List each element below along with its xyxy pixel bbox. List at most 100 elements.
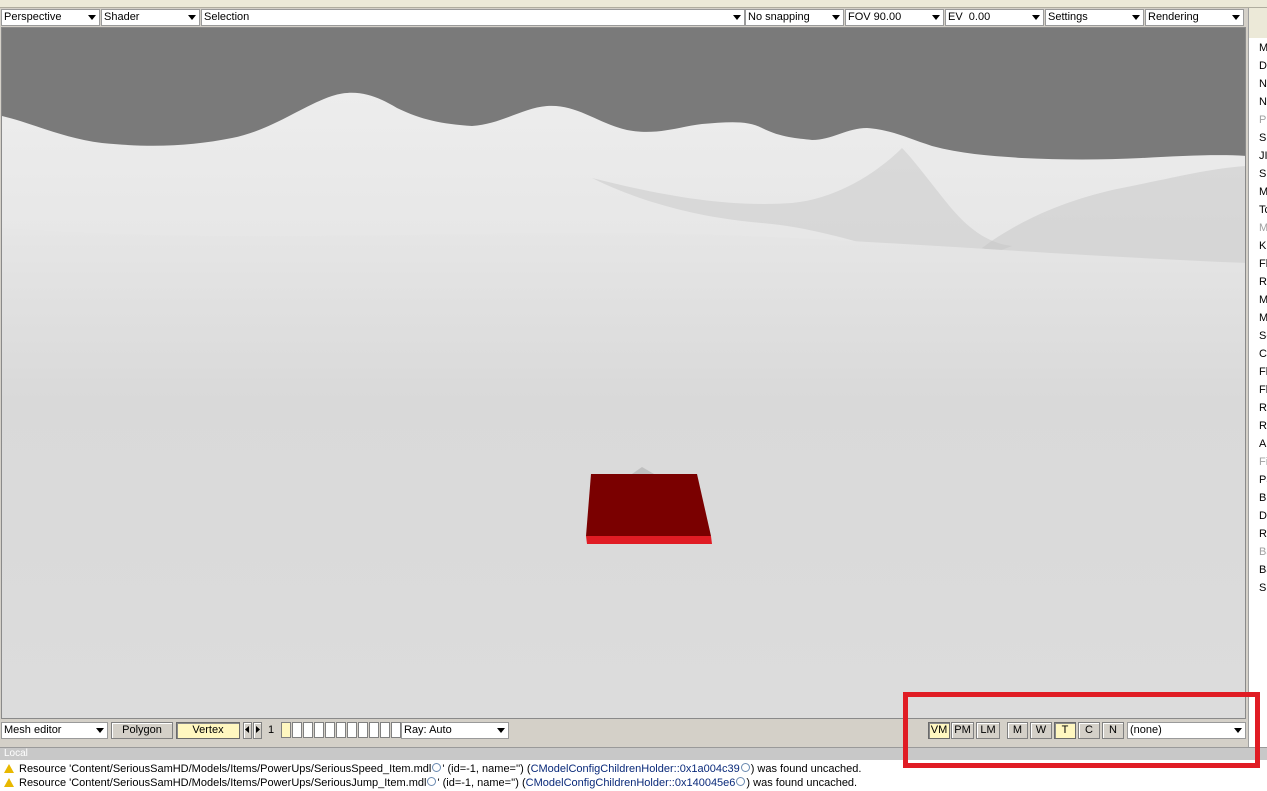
property-item[interactable]: M	[1259, 222, 1267, 234]
property-item[interactable]: N	[1259, 96, 1267, 108]
slot-box[interactable]	[358, 722, 368, 738]
prev-arrow-button[interactable]	[243, 722, 252, 739]
property-item[interactable]: Sr	[1259, 582, 1267, 594]
property-item[interactable]: Sp	[1259, 132, 1267, 144]
shader-label: Shader	[104, 11, 140, 23]
slot-box[interactable]	[380, 722, 390, 738]
ev-dropdown[interactable]: EV 0.00	[945, 9, 1044, 26]
polygon-label: Polygon	[122, 724, 162, 736]
property-item[interactable]: M	[1259, 42, 1267, 54]
property-item[interactable]: Re	[1259, 528, 1267, 540]
property-item[interactable]: Di	[1259, 60, 1267, 72]
arrow-right-icon	[256, 726, 260, 733]
slot-box[interactable]	[336, 722, 346, 738]
chevron-down-icon	[88, 15, 96, 20]
rendering-dropdown[interactable]: Rendering	[1145, 9, 1244, 26]
selection-dropdown[interactable]: Selection	[201, 9, 745, 26]
find-icon[interactable]	[432, 763, 442, 772]
chevron-down-icon	[932, 15, 940, 20]
object-top-face	[586, 474, 711, 536]
slot-box[interactable]	[391, 722, 401, 738]
property-item[interactable]: Sr	[1259, 168, 1267, 180]
find-icon[interactable]	[740, 763, 750, 772]
property-item[interactable]: M	[1259, 312, 1267, 324]
chevron-down-icon	[733, 15, 741, 20]
3d-viewport[interactable]	[1, 27, 1246, 719]
vertex-button[interactable]: Vertex	[176, 722, 240, 739]
snapping-label: No snapping	[748, 11, 810, 23]
selected-mesh-object[interactable]	[586, 467, 712, 544]
property-item[interactable]: M	[1259, 294, 1267, 306]
ray-label: Ray: Auto	[404, 724, 452, 736]
settings-dropdown[interactable]: Settings	[1045, 9, 1144, 26]
slot-box[interactable]	[369, 722, 379, 738]
log-holder-link[interactable]: CModelConfigChildrenHolder::0x140045e6	[526, 777, 736, 789]
slot-box[interactable]	[292, 722, 302, 738]
property-item[interactable]: Pa	[1259, 474, 1267, 486]
property-item[interactable]: Fl	[1259, 258, 1267, 270]
fov-dropdown[interactable]: FOV 90.00	[845, 9, 944, 26]
slot-box[interactable]	[303, 722, 313, 738]
chevron-down-icon	[96, 728, 104, 733]
terrain-ground	[2, 228, 1245, 718]
property-item[interactable]: Fi	[1259, 456, 1267, 468]
view-mode-label: Perspective	[4, 11, 62, 23]
slot-box[interactable]	[325, 722, 335, 738]
chevron-down-icon	[497, 728, 505, 733]
log-resource-path: Resource 'Content/SeriousSamHD/Models/It…	[19, 777, 427, 789]
snapping-dropdown[interactable]: No snapping	[745, 9, 844, 26]
editor-mode-label: Mesh editor	[4, 724, 62, 736]
vertex-label: Vertex	[192, 724, 224, 736]
viewport-scene[interactable]	[2, 28, 1246, 719]
log-resource-path: Resource 'Content/SeriousSamHD/Models/It…	[19, 763, 432, 775]
slot-box[interactable]	[347, 722, 357, 738]
view-mode-dropdown[interactable]: Perspective	[1, 9, 100, 26]
slot-box[interactable]	[314, 722, 324, 738]
editor-mode-dropdown[interactable]: Mesh editor	[1, 722, 108, 739]
slot-box[interactable]	[281, 722, 291, 738]
chevron-down-icon	[1232, 15, 1240, 20]
ev-label: EV 0.00	[948, 11, 991, 23]
shader-dropdown[interactable]: Shader	[101, 9, 200, 26]
property-item[interactable]: Re	[1259, 420, 1267, 432]
properties-panel: MDiNNPlSpJISrMTcMKiFlReMMSeCcFlFlReReAlF…	[1248, 8, 1267, 750]
property-item[interactable]: Fl	[1259, 366, 1267, 378]
property-item[interactable]: Re	[1259, 276, 1267, 288]
log-text: ) was found uncached.	[746, 777, 858, 789]
property-item[interactable]: Al	[1259, 438, 1267, 450]
property-item[interactable]: N	[1259, 78, 1267, 90]
next-arrow-button[interactable]	[253, 722, 262, 739]
property-item[interactable]: Tc	[1259, 204, 1267, 216]
ray-dropdown[interactable]: Ray: Auto	[401, 722, 509, 739]
property-item[interactable]: Ki	[1259, 240, 1267, 252]
selection-label: Selection	[204, 11, 250, 23]
property-item[interactable]: De	[1259, 510, 1267, 522]
find-icon[interactable]	[736, 777, 746, 786]
log-text: ' (id=-1, name='') (	[437, 777, 526, 789]
log-header-label: Local	[4, 748, 28, 759]
find-icon[interactable]	[427, 777, 437, 786]
property-item[interactable]: Pl	[1259, 114, 1267, 126]
property-item[interactable]: Re	[1259, 402, 1267, 414]
property-item[interactable]: M	[1259, 186, 1267, 198]
log-text: ' (id=-1, name='') (	[442, 763, 531, 775]
property-item[interactable]: Se	[1259, 330, 1267, 342]
property-item[interactable]: Ba	[1259, 546, 1267, 558]
log-line: Resource 'Content/SeriousSamHD/Models/It…	[4, 763, 861, 776]
chevron-down-icon	[832, 15, 840, 20]
warning-icon	[4, 778, 14, 787]
property-item[interactable]: Cc	[1259, 348, 1267, 360]
chevron-down-icon	[188, 15, 196, 20]
title-strip	[0, 0, 1267, 8]
property-item[interactable]: Fl	[1259, 384, 1267, 396]
log-holder-link[interactable]: CModelConfigChildrenHolder::0x1a004c39	[531, 763, 740, 775]
property-item[interactable]: Ba	[1259, 564, 1267, 576]
property-item[interactable]: JI	[1259, 150, 1267, 162]
property-item[interactable]: Br	[1259, 492, 1267, 504]
chevron-down-icon	[1132, 15, 1140, 20]
chevron-down-icon	[1032, 15, 1040, 20]
panel-grip[interactable]	[1249, 8, 1267, 38]
highlight-annotation-box	[903, 692, 1260, 768]
object-front-edge	[586, 536, 712, 544]
polygon-button[interactable]: Polygon	[111, 722, 173, 739]
